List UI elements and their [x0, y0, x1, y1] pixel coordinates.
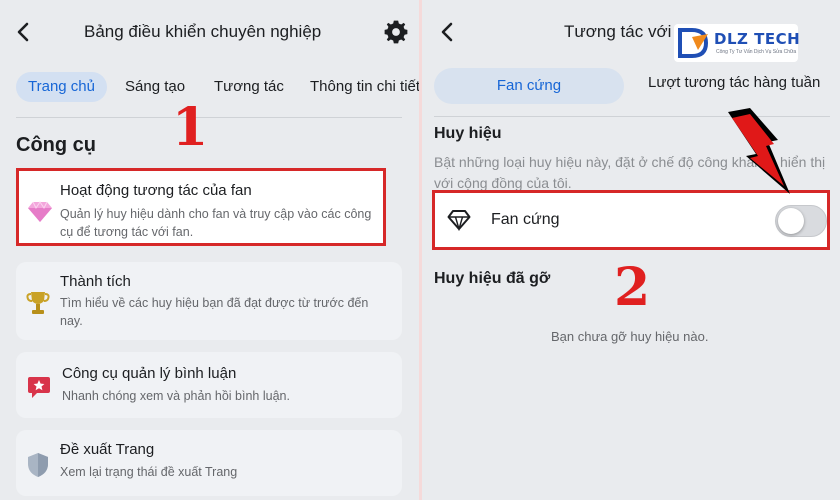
page-title: Tương tác với fa	[564, 22, 691, 41]
section-title-tools: Công cụ	[16, 134, 96, 156]
diamond-icon	[27, 201, 53, 223]
removed-badges-empty-state: Bạn chưa gỡ huy hiệu nào.	[551, 329, 709, 344]
annotation-arrow-icon	[720, 108, 800, 203]
card-description: Xem lại trạng thái đề xuất Trang	[60, 465, 238, 479]
page-recommendations-card[interactable]: Đề xuất Trang Xem lại trạng thái đề xuất…	[16, 430, 402, 496]
tab-engagement[interactable]: Tương tác	[214, 72, 284, 102]
back-arrow-icon[interactable]	[436, 20, 460, 44]
left-panel: Bảng điều khiển chuyên nghiệp Trang chủ …	[0, 0, 419, 500]
segment-fan-cung[interactable]: Fan cứng	[434, 68, 624, 104]
section-title-removed-badges: Huy hiệu đã gỡ	[434, 270, 551, 287]
trophy-icon	[26, 290, 52, 316]
tab-insights[interactable]: Thông tin chi tiết	[310, 72, 419, 102]
card-title: Đề xuất Trang	[60, 441, 155, 458]
back-arrow-icon[interactable]	[12, 20, 36, 44]
segment-weekly-engagement[interactable]: Lượt tương tác hàng tuần	[648, 74, 820, 91]
card-description: Quản lý huy hiệu dành cho fan và truy cậ…	[60, 207, 372, 239]
card-title: Công cụ quản lý bình luận	[62, 365, 237, 382]
annotation-number-2: 2	[614, 257, 651, 318]
dlz-tech-logo: DLZ TECH Công Ty Tư Vấn Dịch Vụ Sửa Chữa	[674, 24, 801, 62]
comment-star-icon	[26, 374, 52, 400]
card-title: Hoạt động tương tác của fan	[60, 182, 252, 199]
toggle-label: Fan cứng	[491, 211, 560, 228]
gear-icon[interactable]	[383, 19, 409, 45]
card-title: Thành tích	[60, 273, 131, 290]
section-title-badges: Huy hiệu	[434, 125, 502, 142]
annotation-number-1: 1	[172, 97, 209, 158]
toggle-knob	[778, 208, 804, 234]
comment-tools-card[interactable]: Công cụ quản lý bình luận Nhanh chóng xe…	[16, 352, 402, 418]
card-description: Tìm hiểu về các huy hiệu bạn đã đạt được…	[60, 296, 369, 328]
logo-name: DLZ TECH	[714, 30, 801, 48]
fan-cung-toggle-switch[interactable]	[775, 205, 827, 237]
diamond-outline-icon	[447, 209, 471, 232]
card-description: Nhanh chóng xem và phản hồi bình luận.	[62, 389, 290, 403]
logo-tagline: Công Ty Tư Vấn Dịch Vụ Sửa Chữa	[716, 49, 797, 55]
tabs-bar: Trang chủ Sáng tạo Tương tác Thông tin c…	[0, 60, 419, 110]
page-title: Bảng điều khiển chuyên nghiệp	[84, 22, 322, 41]
fan-engagement-card[interactable]: Hoạt động tương tác của fan Quản lý huy …	[16, 168, 386, 246]
achievements-card[interactable]: Thành tích Tìm hiểu về các huy hiệu bạn …	[16, 262, 402, 340]
tab-home[interactable]: Trang chủ	[16, 72, 107, 102]
divider	[16, 117, 402, 118]
shield-icon	[26, 452, 52, 478]
right-panel: Tương tác với fa Fan cứng Lượt tương tác…	[422, 0, 840, 500]
